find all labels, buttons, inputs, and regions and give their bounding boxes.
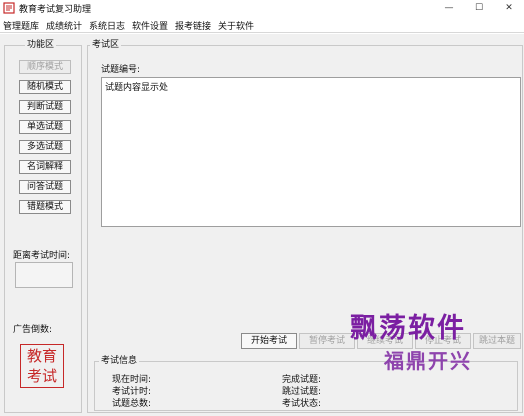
total-questions-label: 试题总数:	[112, 399, 152, 409]
random-mode-button[interactable]: 随机模式	[19, 80, 71, 94]
menu-about[interactable]: 关于软件	[218, 19, 254, 32]
exam-panel-title: 考试区	[90, 40, 122, 51]
window-title: 教育考试复习助理	[19, 5, 92, 15]
wrong-question-mode-button[interactable]: 错题模式	[19, 200, 71, 214]
menu-score-stats[interactable]: 成绩统计	[46, 19, 82, 32]
watermark-line-2: 福鼎开兴	[384, 349, 472, 373]
true-false-button[interactable]: 判断试题	[19, 100, 71, 114]
seal-line-1: 教育	[26, 347, 57, 365]
menu-manage-bank[interactable]: 管理题库	[3, 19, 39, 32]
sequential-mode-button[interactable]: 顺序模式	[19, 60, 71, 74]
multiple-choice-button[interactable]: 多选试题	[19, 140, 71, 154]
watermark-logo: 飘荡软件 福鼎开兴	[336, 310, 524, 382]
app-logo-icon	[3, 2, 15, 14]
menu-system-log[interactable]: 系统日志	[89, 19, 125, 32]
seal-line-2: 考试	[26, 367, 57, 385]
exam-countdown-label: 距离考试时间:	[13, 251, 71, 261]
question-number-label: 试题编号:	[101, 65, 141, 75]
ad-countdown-label: 广告倒数:	[13, 325, 53, 335]
question-content-text: 试题内容显示处	[105, 83, 169, 93]
essay-question-button[interactable]: 问答试题	[19, 180, 71, 194]
menu-bar: 管理题库 成绩统计 系统日志 软件设置 报考链接 关于软件	[0, 17, 524, 33]
single-choice-button[interactable]: 单选试题	[19, 120, 71, 134]
term-definition-button[interactable]: 名词解释	[19, 160, 71, 174]
maximize-icon[interactable]: ☐	[468, 1, 490, 15]
exam-info-title: 考试信息	[99, 356, 140, 367]
seal-logo: 教育 考试	[20, 344, 64, 388]
minimize-icon[interactable]: —	[438, 1, 460, 15]
close-icon[interactable]: ✕	[498, 1, 520, 15]
exam-status-label: 考试状态:	[282, 399, 322, 409]
function-panel-title: 功能区	[25, 40, 57, 51]
menu-exam-links[interactable]: 报考链接	[175, 19, 211, 32]
title-bar: 教育考试复习助理 — ☐ ✕	[0, 0, 524, 16]
watermark-line-1: 飘荡软件	[350, 313, 466, 344]
function-panel: 功能区 顺序模式 随机模式 判断试题 单选试题 多选试题 名词解释 问答试题 错…	[4, 40, 82, 413]
start-exam-button[interactable]: 开始考试	[241, 333, 297, 349]
menu-settings[interactable]: 软件设置	[132, 19, 168, 32]
exam-countdown-display	[15, 262, 73, 288]
question-content-area[interactable]: 试题内容显示处	[101, 77, 521, 227]
